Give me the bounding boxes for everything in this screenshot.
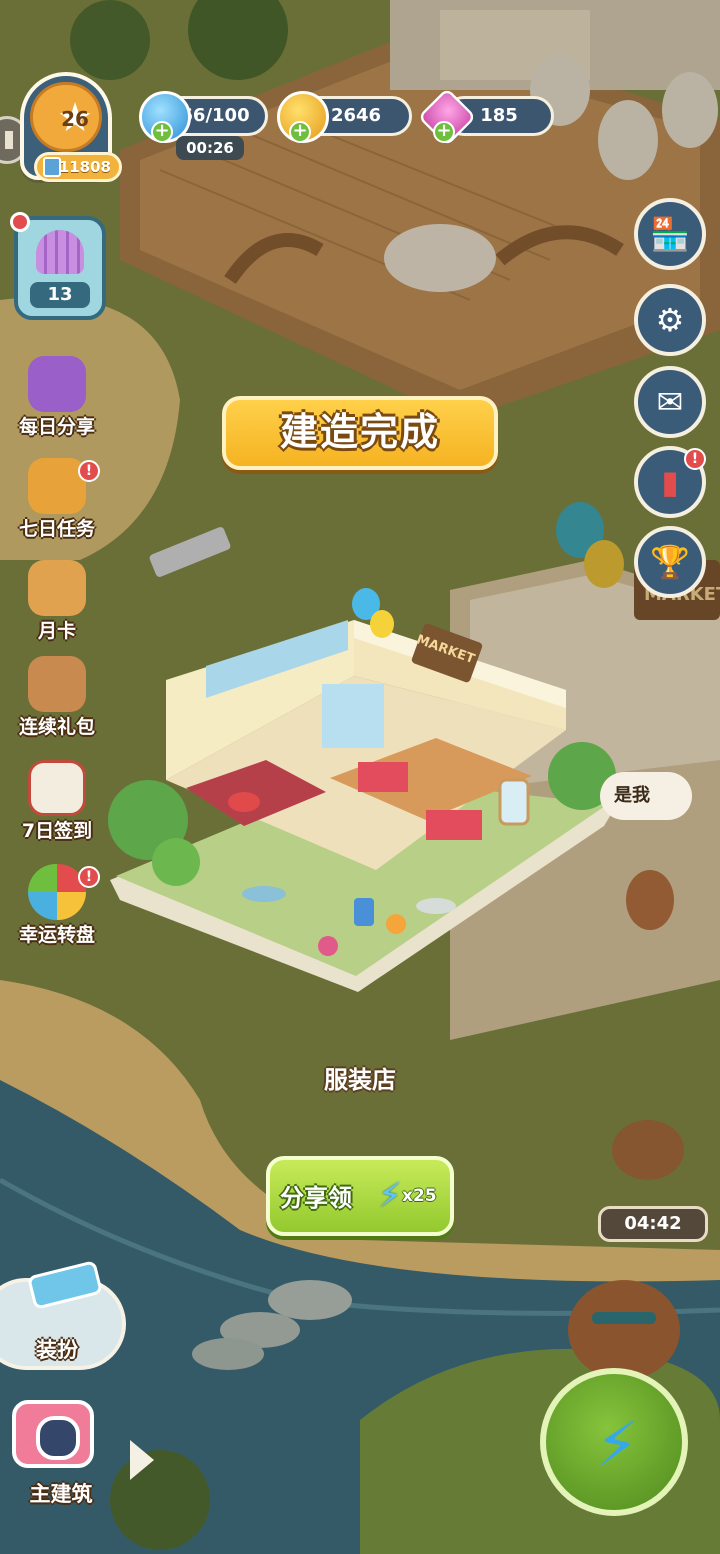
xp-value: 11808 bbox=[58, 158, 111, 176]
coin-counter[interactable]: + 2646 bbox=[277, 91, 412, 143]
player-level: 26 bbox=[61, 107, 89, 131]
shop-button[interactable]: 🏪 bbox=[634, 198, 706, 270]
energy-bolt-icon: ⚡ bbox=[595, 1408, 639, 1481]
share-claim-button[interactable]: 分享领 ⚡ x25 bbox=[266, 1156, 454, 1236]
dress-up-button[interactable]: 装扮 bbox=[0, 1260, 126, 1370]
capybara-gift-icon bbox=[28, 656, 86, 712]
build-complete-banner: 建造完成 bbox=[222, 396, 498, 470]
coin-value: 2646 bbox=[330, 105, 382, 126]
event-timer[interactable]: 04:42 bbox=[598, 1206, 708, 1242]
energy-counter[interactable]: + 66/100 bbox=[139, 91, 268, 143]
card-icon bbox=[28, 560, 86, 616]
book-button[interactable]: ▮ ! bbox=[634, 446, 706, 518]
clothing-store-building: MARKET bbox=[108, 588, 616, 992]
player-xp: 11808 bbox=[34, 152, 122, 182]
mail-button[interactable]: ✉ bbox=[634, 366, 706, 438]
brush-icon bbox=[43, 157, 61, 177]
daily-share-button[interactable]: 每日分享 bbox=[2, 356, 112, 446]
camera-icon bbox=[12, 1400, 94, 1468]
gift-icon bbox=[28, 356, 86, 412]
seven-day-tasks-button[interactable]: ! 七日任务 bbox=[2, 458, 112, 548]
share-label: 分享领 bbox=[280, 1184, 352, 1212]
gem-counter[interactable]: + 185 bbox=[417, 87, 554, 147]
book-icon: ▮ bbox=[661, 463, 679, 501]
add-coins-button[interactable]: + bbox=[289, 121, 311, 143]
pin-icon bbox=[10, 212, 30, 232]
level-frame: ★ 26 bbox=[30, 82, 102, 152]
add-gems-button[interactable]: + bbox=[433, 121, 455, 143]
mail-icon: ✉ bbox=[656, 383, 684, 421]
notification-badge: ! bbox=[78, 460, 100, 482]
add-energy-button[interactable]: + bbox=[151, 121, 173, 143]
seven-day-tasks-label: 七日任务 bbox=[18, 518, 95, 540]
shell-count: 13 bbox=[30, 282, 90, 308]
expand-arrow-icon[interactable] bbox=[130, 1440, 154, 1480]
trophy-icon: 🏆 bbox=[650, 543, 690, 581]
dress-up-label: 装扮 bbox=[36, 1338, 78, 1362]
energy-timer: 00:26 bbox=[176, 136, 244, 160]
daily-share-label: 每日分享 bbox=[18, 416, 95, 438]
building-name: 服装店 bbox=[324, 1066, 396, 1094]
gear-icon: ⚙ bbox=[655, 301, 685, 339]
main-building-label: 主建筑 bbox=[29, 1482, 93, 1506]
shell-collection-button[interactable]: 13 bbox=[10, 212, 106, 320]
main-building-button[interactable]: 主建筑 bbox=[0, 1400, 134, 1520]
speech-bubble: 是我 bbox=[600, 772, 692, 820]
shell-icon bbox=[36, 230, 84, 274]
energy-action-button[interactable]: ⚡ bbox=[540, 1368, 688, 1516]
notification-badge: ! bbox=[684, 448, 706, 470]
shop-icon: 🏪 bbox=[650, 215, 690, 253]
wheel-icon bbox=[28, 864, 86, 920]
balls-icon bbox=[28, 458, 86, 514]
settings-button[interactable]: ⚙ bbox=[634, 284, 706, 356]
reward-amount: x25 bbox=[402, 1186, 437, 1206]
trophy-button[interactable]: 🏆 bbox=[634, 526, 706, 598]
gem-value: 185 bbox=[480, 105, 518, 126]
calendar-icon bbox=[28, 760, 86, 816]
